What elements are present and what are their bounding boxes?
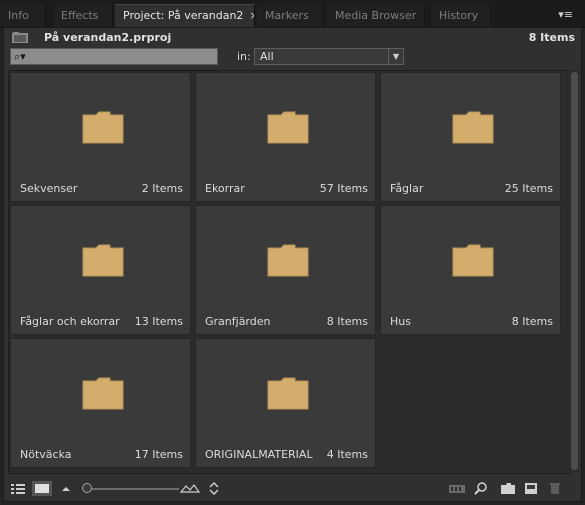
project-item-count: 8 Items bbox=[528, 31, 575, 44]
tab-label: Media Browser bbox=[335, 9, 417, 22]
bin-count: 2 Items bbox=[141, 182, 183, 195]
trash-icon[interactable] bbox=[548, 481, 562, 496]
zoom-in-icon[interactable] bbox=[180, 481, 200, 496]
tab-history[interactable]: History bbox=[431, 5, 491, 27]
tab-label: History bbox=[439, 9, 479, 22]
search-in-dropdown[interactable]: All ▼ bbox=[254, 48, 404, 65]
panel-menu-icon[interactable]: ▾≡ bbox=[558, 8, 573, 21]
panel-footer bbox=[4, 478, 581, 500]
bin-tile[interactable]: Fåglar och ekorrar 13 Items bbox=[10, 205, 191, 335]
folder-icon bbox=[267, 244, 309, 277]
icon-view-icon[interactable] bbox=[32, 481, 52, 496]
search-icon[interactable]: ⌕▾ bbox=[14, 50, 26, 64]
bin-tile[interactable]: Nötväcka 17 Items bbox=[10, 338, 191, 468]
project-panel: På verandan2.prproj 8 Items ⌕▾ in: All ▼… bbox=[3, 27, 582, 502]
tab-markers[interactable]: Markers bbox=[257, 5, 323, 27]
bin-count: 8 Items bbox=[326, 315, 368, 328]
bin-count: 13 Items bbox=[134, 315, 183, 328]
project-file-icon bbox=[12, 32, 28, 43]
bin-grid: Sekvenser 2 Items Ekorrar 57 Items Fågla… bbox=[8, 70, 571, 474]
bin-name: Sekvenser bbox=[20, 182, 78, 195]
bin-tile[interactable]: Ekorrar 57 Items bbox=[195, 72, 376, 202]
bin-tile[interactable]: Fåglar 25 Items bbox=[380, 72, 561, 202]
bin-count: 17 Items bbox=[134, 448, 183, 461]
bin-name: Fåglar bbox=[390, 182, 424, 195]
tab-label: Project: På verandan2 bbox=[123, 9, 244, 22]
tab-project[interactable]: Project: På verandan2 × bbox=[115, 4, 255, 27]
folder-icon bbox=[452, 111, 494, 144]
folder-icon bbox=[267, 377, 309, 410]
bin-name: Hus bbox=[390, 315, 411, 328]
bin-tile[interactable]: Hus 8 Items bbox=[380, 205, 561, 335]
bin-count: 4 Items bbox=[326, 448, 368, 461]
tab-label: Effects bbox=[61, 9, 99, 22]
tab-media-browser[interactable]: Media Browser bbox=[327, 5, 425, 27]
search-in-value: All bbox=[260, 50, 274, 63]
zoom-slider-track[interactable] bbox=[84, 488, 179, 490]
close-icon[interactable]: × bbox=[249, 9, 254, 22]
bin-name: Granfjärden bbox=[205, 315, 271, 328]
list-view-icon[interactable] bbox=[10, 481, 26, 496]
dropdown-arrow-icon: ▼ bbox=[388, 49, 403, 64]
search-field[interactable]: ⌕▾ bbox=[10, 48, 218, 65]
bin-tile[interactable]: Granfjärden 8 Items bbox=[195, 205, 376, 335]
folder-icon bbox=[82, 244, 124, 277]
sort-icon[interactable] bbox=[208, 481, 220, 496]
folder-icon bbox=[82, 377, 124, 410]
bin-count: 57 Items bbox=[319, 182, 368, 195]
bin-name: ORIGINALMATERIAL bbox=[205, 448, 313, 461]
bin-count: 8 Items bbox=[511, 315, 553, 328]
tab-label: Info bbox=[8, 9, 29, 22]
tab-label: Markers bbox=[265, 9, 309, 22]
bin-name: Fåglar och ekorrar bbox=[20, 315, 120, 328]
folder-icon bbox=[267, 111, 309, 144]
project-header: På verandan2.prproj 8 Items bbox=[4, 28, 581, 48]
bin-name: Ekorrar bbox=[205, 182, 245, 195]
search-input[interactable] bbox=[35, 49, 215, 64]
find-icon[interactable] bbox=[474, 481, 488, 496]
zoom-slider-handle[interactable] bbox=[82, 483, 92, 493]
new-item-icon[interactable] bbox=[524, 481, 538, 496]
automate-icon[interactable] bbox=[448, 481, 466, 496]
panel-tab-bar: Info Effects Project: På verandan2 × Mark… bbox=[0, 0, 585, 28]
tab-effects[interactable]: Effects bbox=[53, 5, 113, 27]
search-in-label: in: bbox=[237, 50, 251, 63]
new-bin-icon[interactable] bbox=[500, 481, 516, 496]
vertical-scrollbar[interactable] bbox=[570, 70, 579, 472]
folder-icon bbox=[82, 111, 124, 144]
bin-name: Nötväcka bbox=[20, 448, 72, 461]
zoom-out-icon[interactable] bbox=[60, 481, 72, 496]
folder-icon bbox=[452, 244, 494, 277]
tab-info[interactable]: Info bbox=[0, 5, 46, 27]
bin-count: 25 Items bbox=[504, 182, 553, 195]
bin-tile[interactable]: ORIGINALMATERIAL 4 Items bbox=[195, 338, 376, 468]
scrollbar-thumb[interactable] bbox=[571, 72, 578, 470]
project-file-name: På verandan2.prproj bbox=[44, 31, 172, 44]
bin-tile[interactable]: Sekvenser 2 Items bbox=[10, 72, 191, 202]
